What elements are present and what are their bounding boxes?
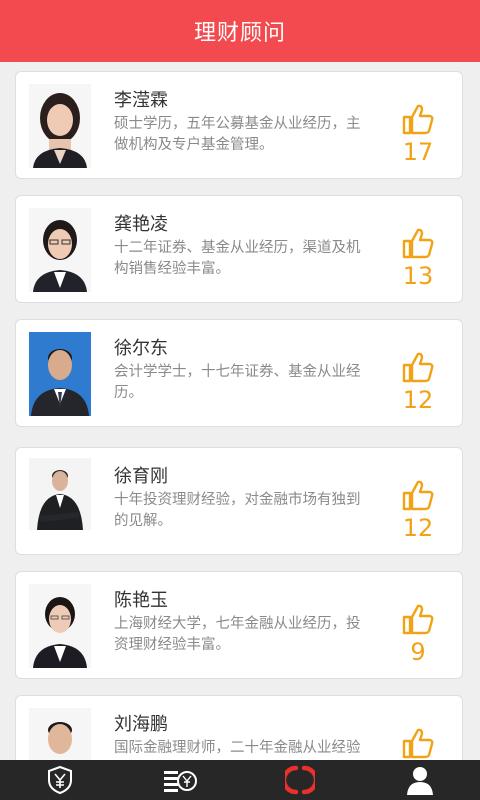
tab-products[interactable]: [140, 760, 220, 800]
advisor-card[interactable]: 徐育刚 十年投资理财经验，对金融市场有独到的见解。 12: [15, 447, 463, 555]
app-screen: 理财顾问 李滢霖 硕士学历，五年公募基金从业经历，主做机构及专户基金管理。 17…: [0, 0, 480, 800]
tab-funds[interactable]: [20, 760, 100, 800]
bottom-tab-bar: [0, 760, 480, 800]
advisor-name: 龚艳凌: [114, 214, 168, 235]
like-count: 17: [402, 138, 434, 166]
advisor-card[interactable]: 陈艳玉 上海财经大学，七年金融从业经历，投资理财经验丰富。 9: [15, 571, 463, 679]
yen-shield-icon: [48, 765, 72, 795]
avatar: [29, 584, 91, 668]
like-button[interactable]: [388, 726, 448, 760]
advisor-name: 陈艳玉: [114, 590, 168, 611]
like-button[interactable]: 13: [388, 226, 448, 290]
tab-profile[interactable]: [380, 760, 460, 800]
like-count: 13: [402, 262, 434, 290]
advisor-description: 国际金融理财师，二十年金融从业经验: [114, 740, 361, 756]
like-button[interactable]: 12: [388, 478, 448, 542]
advisor-card[interactable]: 龚艳凌 十二年证券、基金从业经历，渠道及机构销售经验丰富。 13: [15, 195, 463, 303]
advisor-card[interactable]: 徐尔东 会计学学士，十七年证券、基金从业经历。 12: [15, 319, 463, 427]
avatar: [29, 458, 91, 530]
advisor-name: 徐尔东: [114, 338, 168, 359]
tab-advisor[interactable]: [260, 760, 340, 800]
advisor-name: 徐育刚: [114, 466, 168, 487]
avatar: [29, 332, 91, 416]
avatar: [29, 84, 91, 168]
advisor-name: 刘海鹏: [114, 714, 168, 735]
advisor-name: 李滢霖: [114, 90, 168, 111]
like-count: 12: [402, 386, 434, 414]
advisor-description: 会计学学士，十七年证券、基金从业经历。: [114, 364, 361, 401]
thumbs-up-icon: [402, 604, 434, 635]
thumbs-up-icon: [402, 352, 434, 383]
advisor-description: 十二年证券、基金从业经历，渠道及机构销售经验丰富。: [114, 240, 361, 277]
red-ring-icon: [285, 765, 315, 795]
advisor-description: 硕士学历，五年公募基金从业经历，主做机构及专户基金管理。: [114, 116, 361, 153]
like-button[interactable]: 12: [388, 350, 448, 414]
avatar: [29, 208, 91, 292]
advisor-list[interactable]: 李滢霖 硕士学历，五年公募基金从业经历，主做机构及专户基金管理。 17 龚艳凌 …: [0, 62, 480, 760]
like-button[interactable]: 17: [388, 102, 448, 166]
advisor-description: 十年投资理财经验，对金融市场有独到的见解。: [114, 492, 361, 529]
thumbs-up-icon: [402, 728, 434, 759]
advisor-card[interactable]: 刘海鹏 国际金融理财师，二十年金融从业经验: [15, 695, 463, 760]
advisor-description: 上海财经大学，七年金融从业经历，投资理财经验丰富。: [114, 616, 361, 653]
like-count: 9: [410, 638, 426, 666]
page-title: 理财顾问: [193, 21, 286, 46]
advisor-card[interactable]: 李滢霖 硕士学历，五年公募基金从业经历，主做机构及专户基金管理。 17: [15, 71, 463, 179]
person-icon: [407, 767, 433, 795]
like-button[interactable]: 9: [388, 602, 448, 666]
like-count: 12: [402, 514, 434, 542]
coin-list-icon: [164, 771, 197, 792]
thumbs-up-icon: [402, 104, 434, 135]
thumbs-up-icon: [402, 480, 434, 511]
avatar: [29, 708, 91, 760]
header-bar: 理财顾问: [0, 0, 480, 62]
thumbs-up-icon: [402, 228, 434, 259]
